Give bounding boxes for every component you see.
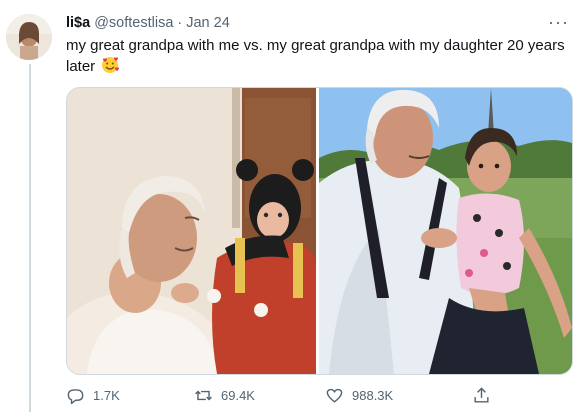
tweet-header: li$a @softestlisa · Jan 24 <box>66 13 575 33</box>
thread-line <box>29 64 31 412</box>
separator-dot: · <box>177 15 183 31</box>
reply-icon <box>67 388 84 404</box>
retweet-icon <box>195 390 212 400</box>
smiling-face-with-hearts-icon <box>101 56 120 80</box>
more-options-icon[interactable]: ··· <box>548 12 569 33</box>
share-button[interactable] <box>472 386 512 405</box>
retweet-count: 69.4K <box>221 387 255 403</box>
tweet-actions: 1.7K 69.4K 988.3K <box>66 383 536 407</box>
reply-button[interactable]: 1.7K <box>66 386 194 405</box>
tweet-text: my great grandpa with me vs. my great gr… <box>66 36 571 80</box>
like-button[interactable]: 988.3K <box>325 386 472 405</box>
share-icon <box>474 386 489 403</box>
reply-count: 1.7K <box>93 387 120 403</box>
retweet-button[interactable]: 69.4K <box>194 386 325 405</box>
media-container[interactable] <box>66 87 573 375</box>
tweet-text-content: my great grandpa with me vs. my great gr… <box>66 37 565 75</box>
tweet-date[interactable]: Jan 24 <box>186 15 230 31</box>
avatar[interactable] <box>6 14 52 60</box>
like-count: 988.3K <box>352 387 394 403</box>
author-handle[interactable]: @softestlisa <box>94 15 173 31</box>
photo-vintage-grandpa-with-baby[interactable] <box>67 88 316 374</box>
photo-grandpa-with-toddler-outdoors[interactable] <box>319 88 572 374</box>
author-name[interactable]: li$a <box>66 15 90 31</box>
heart-icon <box>326 388 343 403</box>
